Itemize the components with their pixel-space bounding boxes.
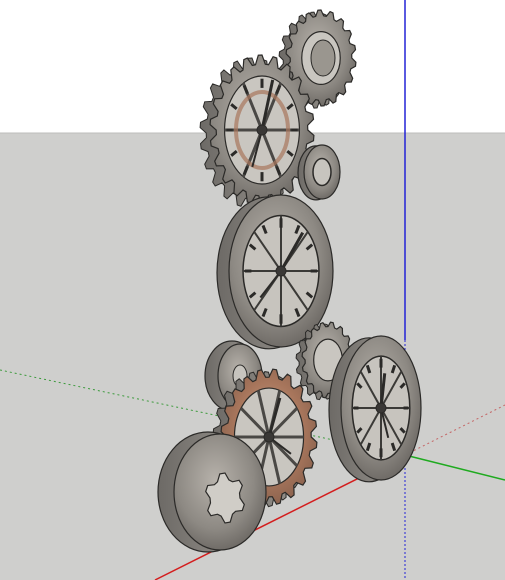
gear-top-right-hub: [310, 39, 336, 77]
wheel-window: [312, 157, 332, 187]
clock-gear-upper: [199, 54, 315, 209]
model-scene[interactable]: [0, 0, 505, 580]
green-axis-line: [404, 454, 505, 481]
clock-wheel-right: [328, 335, 422, 483]
3d-viewport[interactable]: [0, 0, 505, 580]
clock-center-hub: [263, 431, 275, 443]
gear-group[interactable]: [157, 9, 422, 553]
drum-bottom: [157, 431, 267, 553]
clock-center-hub: [256, 124, 268, 136]
clock-center-hub: [275, 265, 287, 277]
clock-center-hub: [375, 402, 387, 414]
ring-small-upper: [297, 144, 341, 201]
